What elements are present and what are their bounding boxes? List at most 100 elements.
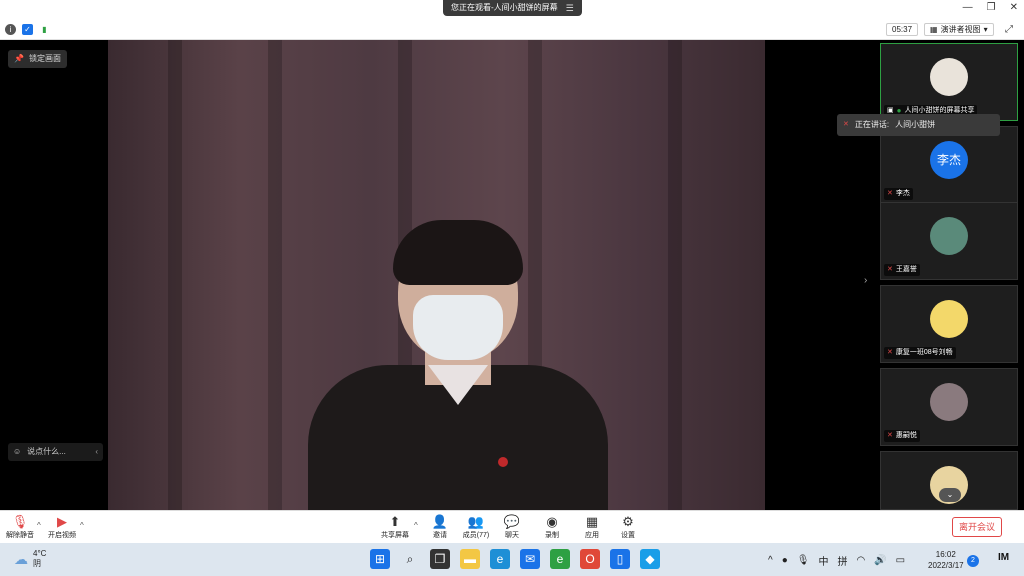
ime-language[interactable]: 中 (818, 553, 828, 568)
participant-name-tag: ✕ 王嘉誉 (884, 264, 920, 276)
clock-time: 16:02 (935, 550, 956, 559)
shared-screen-video (108, 40, 765, 510)
speaking-indicator: ✕ 正在讲话: 人间小甜饼 (837, 114, 1000, 136)
unmute-label: 解除静音 (6, 532, 34, 539)
video-options-caret[interactable]: ^ (80, 521, 84, 530)
participant-tile[interactable]: ✕ 惠嗣悦 (880, 368, 1018, 446)
participant-tile[interactable]: ▣ ● 人间小甜饼的屏幕共享 (880, 43, 1018, 121)
record-button[interactable]: ◉ 录制 (532, 514, 572, 540)
participant-tile[interactable]: ✕ 王嘉誉 (880, 202, 1018, 280)
battery-icon[interactable]: ▭ (896, 555, 905, 566)
minimize-button[interactable]: — (963, 2, 973, 13)
chat-placeholder: 说点什么... (27, 447, 66, 456)
tencent-meeting-icon[interactable]: ◆ (640, 549, 660, 569)
apps-button[interactable]: ▦ 应用 (572, 514, 612, 540)
signal-icon[interactable]: ▮ (39, 24, 50, 35)
add-user-icon: 👤 (431, 514, 449, 529)
sidebar-toggle-icon[interactable]: › (864, 275, 867, 286)
participant-tile[interactable]: 李杰 ✕ 李杰 (880, 126, 1018, 204)
speaker-view-label: 演讲者视图 (940, 25, 981, 34)
record-label: 录制 (545, 532, 559, 539)
tablet-app-icon[interactable]: ▯ (610, 549, 630, 569)
lock-view-label: 锁定画面 (28, 54, 61, 63)
edge-browser-icon[interactable]: e (490, 549, 510, 569)
avatar (930, 300, 968, 338)
qq-icon[interactable]: ● (782, 555, 788, 566)
window-controls: — ❐ ✕ (963, 2, 1018, 13)
mail-icon[interactable]: ✉ (520, 549, 540, 569)
curtain-fold (668, 40, 682, 510)
participant-name: 康复一班08号刘畅 (895, 349, 953, 356)
party-badge (498, 457, 508, 467)
close-button[interactable]: ✕ (1010, 2, 1018, 13)
meeting-app: 您正在观看-人间小甜饼的屏幕 ☰ — ❐ ✕ i ✓ ▮ 05:37 ▦ 演讲者… (0, 0, 1024, 576)
wifi-icon[interactable]: ◠ (856, 555, 865, 566)
participant-tile[interactable]: ✕ 康复一班08号刘畅 (880, 285, 1018, 363)
input-method-icon[interactable]: IM (998, 552, 1009, 563)
ime-mode[interactable]: 拼 (837, 553, 847, 568)
viewing-text: 您正在观看-人间小甜饼的屏幕 (451, 3, 558, 12)
clock-date: 2022/3/17 (928, 561, 964, 570)
restore-button[interactable]: ❐ (987, 2, 996, 13)
speaking-prefix: 正在讲话: (854, 120, 890, 129)
start-video-button[interactable]: ▶ 开启视频 (42, 514, 82, 540)
curtain-fold (268, 40, 282, 510)
microphone-icon[interactable]: 🎙 (797, 555, 810, 566)
avatar (930, 383, 968, 421)
file-explorer-icon[interactable]: ▬ (460, 549, 480, 569)
chevron-left-icon[interactable]: ‹ (95, 443, 98, 461)
members-icon: 👥 (467, 514, 485, 529)
volume-icon[interactable]: 🔊 (874, 555, 886, 566)
apps-label: 应用 (585, 532, 599, 539)
scroll-down-button[interactable]: ⌄ (939, 488, 961, 502)
viewing-indicator[interactable]: 您正在观看-人间小甜饼的屏幕 ☰ (443, 0, 582, 16)
tray-caret[interactable]: ^ (768, 555, 773, 566)
mic-muted-icon: ✕ (843, 121, 849, 128)
windows-start-icon[interactable]: ⊞ (370, 549, 390, 569)
info-icon[interactable]: i (5, 24, 16, 35)
meeting-info-icons: i ✓ ▮ (5, 24, 50, 35)
pin-icon: 📌 (14, 54, 24, 63)
taskbar-apps: ⊞ ⌕ ❐ ▬ e ✉ e O ▯ ◆ (370, 549, 660, 569)
chat-icon: 💬 (503, 514, 521, 529)
search-icon[interactable]: ⌕ (400, 549, 420, 569)
presenter-figure (308, 220, 608, 510)
main-video-area: 📌 锁定画面 ☺ 说点什么... ‹ › (0, 40, 877, 510)
browser-e-icon[interactable]: e (550, 549, 570, 569)
speaker-view-button[interactable]: ▦ 演讲者视图 ▾ (924, 23, 994, 36)
record-icon: ◉ (546, 514, 558, 529)
shield-icon[interactable]: ✓ (22, 24, 33, 35)
menu-icon[interactable]: ☰ (566, 0, 574, 16)
presenter-mask (413, 295, 503, 360)
video-off-icon: ▶ (57, 514, 67, 529)
fullscreen-icon[interactable]: ⤢ (1005, 24, 1013, 35)
share-screen-button[interactable]: ⬆ 共享屏幕 (375, 514, 415, 540)
chat-input[interactable]: ☺ 说点什么... ‹ (8, 443, 103, 461)
temperature: 4°C (33, 549, 47, 558)
task-view-icon[interactable]: ❐ (430, 549, 450, 569)
emoji-icon[interactable]: ☺ (13, 443, 21, 461)
grid-icon: ▦ (930, 25, 938, 34)
avatar (930, 58, 968, 96)
members-button[interactable]: 👥 成员(77) (456, 514, 496, 540)
chevron-down-icon: ▾ (983, 25, 988, 34)
settings-label: 设置 (621, 532, 635, 539)
participant-name: 李杰 (895, 190, 910, 197)
share-options-caret[interactable]: ^ (414, 521, 418, 530)
leave-meeting-button[interactable]: 离开会议 (952, 517, 1002, 537)
taskbar-clock[interactable]: 16:02 2022/3/17 (928, 549, 964, 571)
presenter-hair (393, 220, 523, 285)
cloud-icon: ☁ (14, 550, 28, 567)
participant-name: 王嘉誉 (895, 266, 917, 273)
avatar (930, 217, 968, 255)
office-icon[interactable]: O (580, 549, 600, 569)
chat-button[interactable]: 💬 聊天 (492, 514, 532, 540)
weather-widget[interactable]: ☁ 4°C 阴 (14, 549, 46, 569)
lock-view-button[interactable]: 📌 锁定画面 (8, 50, 67, 68)
system-tray: ^ ● 🎙 中 拼 ◠ 🔊 ▭ (768, 553, 905, 568)
unmute-button[interactable]: 🎙 解除静音 (0, 514, 40, 540)
invite-button[interactable]: 👤 邀请 (420, 514, 460, 540)
audio-options-caret[interactable]: ^ (37, 521, 41, 530)
settings-button[interactable]: ⚙ 设置 (608, 514, 648, 540)
notification-badge[interactable]: 2 (967, 555, 979, 567)
